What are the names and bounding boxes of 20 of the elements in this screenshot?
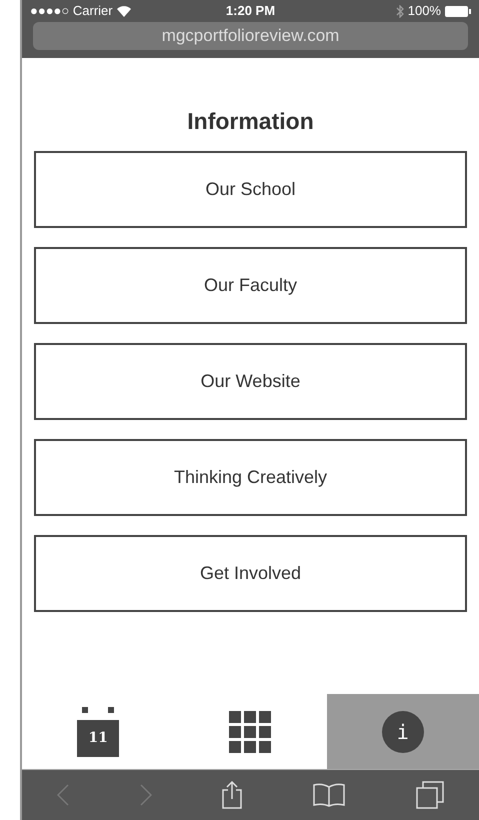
carrier-label: ●●●●○ Carrier <box>30 2 113 20</box>
menu-link-button[interactable]: Our School <box>34 151 467 228</box>
tabs-icon[interactable] <box>416 781 444 809</box>
calendar-icon <box>77 706 120 756</box>
page-title: Information <box>186 110 315 133</box>
menu-link-button[interactable]: Get Involved <box>34 535 467 612</box>
date-number: 11 <box>88 728 108 748</box>
battery-percent: 100% <box>408 2 441 20</box>
menu-link-button[interactable]: Our Faculty <box>34 247 467 324</box>
menu-link-button[interactable]: Thinking Creatively <box>34 439 467 516</box>
info-icon: i <box>382 710 424 752</box>
grid-icon <box>229 710 272 752</box>
tab-bar-item[interactable]: i <box>326 694 479 769</box>
share-icon[interactable] <box>222 781 242 809</box>
clock-time: 1:20 PM <box>226 2 276 20</box>
menu-link-button[interactable]: Our Website <box>34 343 467 420</box>
book-icon[interactable] <box>313 783 346 807</box>
wifi-icon <box>116 6 131 16</box>
bluetooth-icon <box>396 4 404 18</box>
battery-icon <box>444 6 471 16</box>
